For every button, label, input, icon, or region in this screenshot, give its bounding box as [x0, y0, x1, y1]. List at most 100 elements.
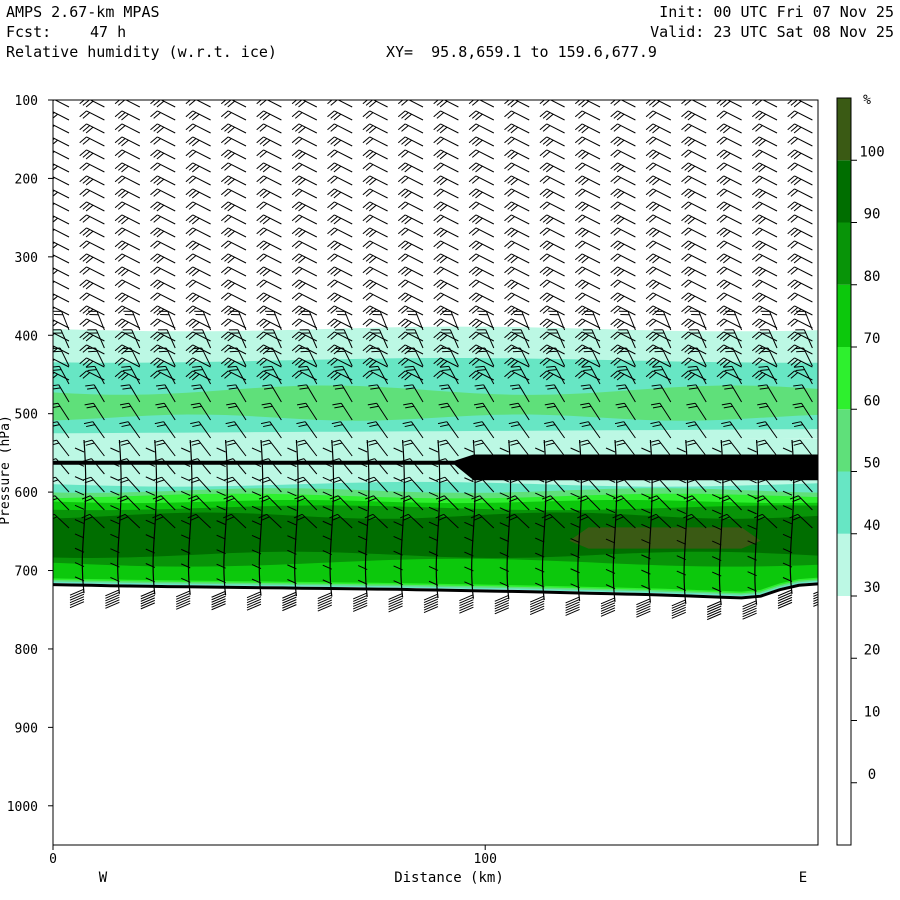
wind-barb	[114, 240, 141, 251]
barb-shaft	[121, 201, 141, 212]
wind-barb	[185, 279, 211, 290]
barb-shaft	[157, 175, 176, 186]
barb-shaft	[263, 279, 282, 290]
wind-barb	[787, 253, 813, 264]
barb-shaft	[617, 175, 636, 186]
barb-shaft	[652, 188, 672, 199]
wind-barb	[79, 136, 105, 147]
y-axis-label: Pressure (hPa)	[0, 415, 13, 525]
barb-feather	[818, 576, 827, 580]
wind-barb	[79, 162, 105, 173]
wind-barb	[150, 240, 176, 251]
barb-shaft	[157, 214, 176, 225]
wind-barb	[539, 136, 565, 147]
barb-feather	[194, 350, 204, 353]
wind-barb	[114, 123, 141, 134]
barb-shaft	[758, 279, 778, 290]
wind-barb	[44, 280, 70, 290]
wind-barb	[397, 110, 424, 121]
wind-barb	[220, 201, 247, 212]
barb-shaft	[404, 279, 424, 290]
barb-shaft	[440, 214, 459, 225]
barb-shaft	[546, 149, 565, 160]
barb-feather	[192, 347, 202, 350]
wind-barb	[539, 279, 565, 290]
barb-shaft	[369, 149, 388, 160]
wind-barb	[150, 253, 176, 264]
barb-shaft	[192, 175, 211, 186]
colorbar-tick-label: 40	[864, 518, 881, 534]
barb-shaft	[86, 240, 105, 251]
wind-barb	[468, 175, 495, 186]
wind-barb	[397, 292, 424, 303]
barb-shaft	[723, 201, 742, 212]
wind-barb	[327, 266, 353, 277]
y-tick-label: 400	[15, 329, 38, 344]
barb-shaft	[581, 279, 601, 290]
barb-shaft	[581, 188, 601, 199]
barb-shaft	[157, 279, 176, 290]
wind-barb	[362, 266, 388, 277]
barb-shaft	[263, 253, 282, 264]
wind-barb	[53, 124, 70, 134]
barb-shaft	[263, 227, 282, 238]
barb-shaft	[758, 240, 778, 251]
wind-barb	[327, 240, 353, 251]
wind-barb	[504, 292, 530, 303]
wind-barb	[79, 175, 105, 186]
wind-barb	[185, 253, 211, 264]
barb-shaft	[53, 293, 70, 303]
wind-barb	[79, 188, 105, 199]
barb-shaft	[652, 175, 672, 186]
barb-shaft	[192, 227, 211, 238]
wind-barb	[574, 201, 601, 212]
barb-shaft	[263, 175, 282, 186]
wind-barb	[114, 188, 141, 199]
barb-shaft	[581, 110, 601, 121]
wind-barb	[291, 188, 318, 199]
y-tick-label: 700	[15, 565, 38, 580]
barb-shaft	[157, 266, 176, 277]
wind-barb	[574, 149, 601, 160]
barb-shaft	[53, 111, 70, 121]
barb-shaft	[688, 279, 707, 290]
wind-barb	[610, 162, 636, 173]
wind-barb	[787, 136, 813, 147]
barb-shaft	[334, 123, 353, 134]
wind-barb	[716, 136, 742, 147]
barb-shaft	[475, 175, 495, 186]
wind-barb	[468, 100, 495, 108]
barb-feather	[44, 280, 51, 286]
wind-barb	[610, 214, 636, 225]
barb-shaft	[688, 292, 707, 303]
barb-shaft	[440, 266, 459, 277]
wind-barb	[681, 188, 707, 199]
barb-shaft	[652, 214, 672, 225]
wind-barb	[610, 253, 636, 264]
barb-shaft	[511, 110, 530, 121]
wind-barb	[645, 175, 672, 186]
wind-barb	[397, 100, 424, 108]
barb-shaft	[546, 136, 565, 147]
barb-shaft	[723, 227, 742, 238]
barb-shaft	[298, 292, 318, 303]
barb-shaft	[192, 123, 211, 134]
barb-feather	[157, 347, 167, 350]
barb-shaft	[369, 240, 388, 251]
barb-shaft	[298, 214, 318, 225]
wind-barb	[291, 305, 318, 316]
barb-shaft	[227, 110, 247, 121]
barb-feather	[44, 345, 51, 351]
barb-shaft	[581, 214, 601, 225]
barb-shaft	[443, 100, 459, 108]
wind-barb	[291, 240, 318, 251]
wind-barb	[114, 136, 141, 147]
wind-barb	[327, 175, 353, 186]
wind-barb	[645, 279, 672, 290]
y-tick-label: 800	[15, 643, 38, 658]
wind-barb	[681, 214, 707, 225]
wind-barb	[79, 292, 105, 303]
barb-shaft	[263, 305, 282, 316]
barb-feather	[794, 347, 804, 350]
wind-barb	[327, 214, 353, 225]
